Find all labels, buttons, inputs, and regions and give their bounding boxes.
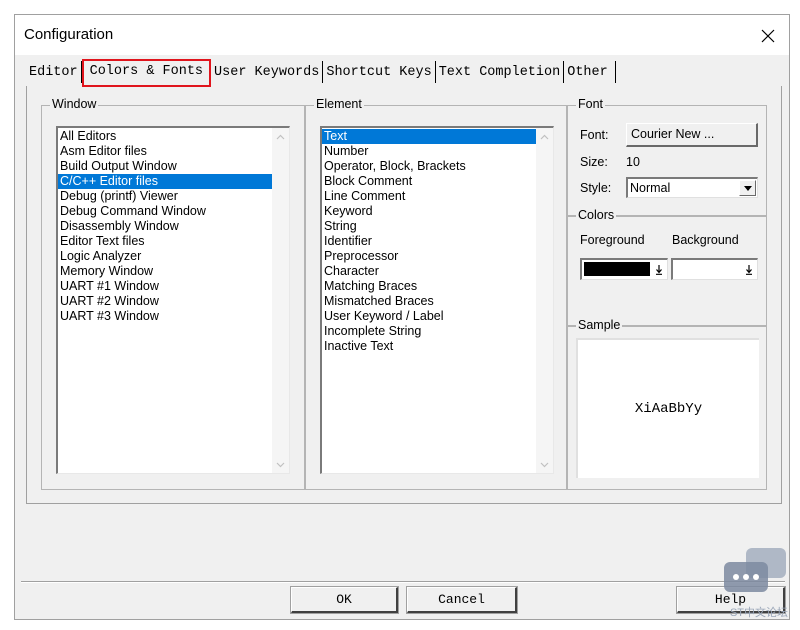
background-swatch <box>675 262 739 276</box>
colors-group: Colors Foreground Background <box>567 208 767 326</box>
style-dropdown-button[interactable] <box>739 180 756 196</box>
list-item[interactable]: String <box>322 219 553 234</box>
list-item[interactable]: Debug Command Window <box>58 204 289 219</box>
scroll-down-button[interactable] <box>536 456 553 473</box>
tab-separator <box>614 61 616 83</box>
tab-text-completion[interactable]: Text Completion <box>436 61 565 83</box>
list-item[interactable]: Inactive Text <box>322 339 553 354</box>
list-item[interactable]: Memory Window <box>58 264 289 279</box>
list-item[interactable]: UART #2 Window <box>58 294 289 309</box>
list-item[interactable]: Mismatched Braces <box>322 294 553 309</box>
list-item-selected[interactable]: C/C++ Editor files <box>58 174 289 189</box>
style-dropdown[interactable]: Normal <box>626 177 758 198</box>
sample-text: XiAaBbYy <box>634 401 703 417</box>
list-item[interactable]: Disassembly Window <box>58 219 289 234</box>
list-item[interactable]: Build Output Window <box>58 159 289 174</box>
window-group: Window All Editors Asm Editor files Buil… <box>41 97 305 490</box>
list-item[interactable]: Matching Braces <box>322 279 553 294</box>
scroll-up-button[interactable] <box>536 128 553 145</box>
list-item[interactable]: Preprocessor <box>322 249 553 264</box>
chat-bubble-icon <box>724 548 786 592</box>
element-group-label: Element <box>314 97 364 111</box>
foreground-color-picker[interactable] <box>580 258 668 280</box>
font-group: Font Font: Courier New ... Size: 10 Styl… <box>567 97 767 216</box>
scroll-up-button[interactable] <box>272 128 289 145</box>
close-icon <box>761 29 775 43</box>
bottom-separator <box>21 581 785 583</box>
sample-group: Sample XiAaBbYy <box>567 318 767 490</box>
ok-button[interactable]: OK <box>290 586 399 614</box>
list-item[interactable]: Editor Text files <box>58 234 289 249</box>
configuration-dialog: Configuration Editor Colors & Fonts User… <box>14 14 790 620</box>
chevron-down-icon <box>540 462 549 467</box>
tab-editor[interactable]: Editor <box>26 61 82 83</box>
element-list: Text Number Operator, Block, Brackets Bl… <box>322 128 553 354</box>
font-label: Font: <box>580 128 609 142</box>
window-listbox[interactable]: All Editors Asm Editor files Build Outpu… <box>56 126 290 474</box>
size-value: 10 <box>626 155 640 169</box>
background-label: Background <box>672 233 739 247</box>
chevron-down-icon <box>276 462 285 467</box>
forum-watermark: ST中文论坛 <box>716 546 796 626</box>
font-group-label: Font <box>576 97 606 111</box>
list-item[interactable]: Debug (printf) Viewer <box>58 189 289 204</box>
list-item[interactable]: Incomplete String <box>322 324 553 339</box>
size-label: Size: <box>580 155 608 169</box>
element-list-scrollbar[interactable] <box>536 128 553 473</box>
close-button[interactable] <box>755 23 781 49</box>
style-value: Normal <box>630 181 671 195</box>
foreground-swatch <box>584 262 650 276</box>
scroll-down-button[interactable] <box>272 456 289 473</box>
list-item[interactable]: Keyword <box>322 204 553 219</box>
caret-down-icon <box>743 185 752 191</box>
foreground-label: Foreground <box>580 233 645 247</box>
tab-panel: Window All Editors Asm Editor files Buil… <box>26 86 782 504</box>
window-group-label: Window <box>50 97 99 111</box>
title-bar: Configuration <box>15 15 789 55</box>
list-item-selected[interactable]: Text <box>322 129 553 144</box>
chevron-up-icon <box>276 134 285 139</box>
arrow-down-icon <box>655 264 662 275</box>
font-select-button[interactable]: Courier New ... <box>626 123 758 147</box>
list-item[interactable]: All Editors <box>58 129 289 144</box>
sample-group-label: Sample <box>576 318 623 332</box>
watermark-text: ST中文论坛 <box>729 607 788 619</box>
element-group: Element Text Number Operator, Block, Bra… <box>305 97 567 490</box>
list-item[interactable]: Asm Editor files <box>58 144 289 159</box>
window-title: Configuration <box>24 26 114 43</box>
list-item[interactable]: UART #3 Window <box>58 309 289 324</box>
list-item[interactable]: User Keyword / Label <box>322 309 553 324</box>
list-item[interactable]: Operator, Block, Brackets <box>322 159 553 174</box>
list-item[interactable]: UART #1 Window <box>58 279 289 294</box>
foreground-color-button[interactable] <box>651 261 666 278</box>
tab-user-keywords[interactable]: User Keywords <box>211 61 324 83</box>
tab-other[interactable]: Other <box>564 61 611 83</box>
chevron-up-icon <box>540 134 549 139</box>
list-item[interactable]: Block Comment <box>322 174 553 189</box>
tab-shortcut-keys[interactable]: Shortcut Keys <box>323 61 436 83</box>
element-listbox[interactable]: Text Number Operator, Block, Brackets Bl… <box>320 126 554 474</box>
list-item[interactable]: Line Comment <box>322 189 553 204</box>
colors-group-label: Colors <box>576 208 617 222</box>
background-color-button[interactable] <box>741 261 756 278</box>
list-item[interactable]: Logic Analyzer <box>58 249 289 264</box>
tab-strip: Editor Colors & Fonts User Keywords Shor… <box>26 59 616 87</box>
list-item[interactable]: Number <box>322 144 553 159</box>
window-list: All Editors Asm Editor files Build Outpu… <box>58 128 289 324</box>
list-item[interactable]: Identifier <box>322 234 553 249</box>
sample-preview: XiAaBbYy <box>576 338 759 478</box>
arrow-down-icon <box>745 264 752 275</box>
window-list-scrollbar[interactable] <box>272 128 289 473</box>
style-label: Style: <box>580 181 612 195</box>
list-item[interactable]: Character <box>322 264 553 279</box>
tab-colors-fonts[interactable]: Colors & Fonts <box>81 59 212 87</box>
background-color-picker[interactable] <box>671 258 758 280</box>
cancel-button[interactable]: Cancel <box>406 586 518 614</box>
